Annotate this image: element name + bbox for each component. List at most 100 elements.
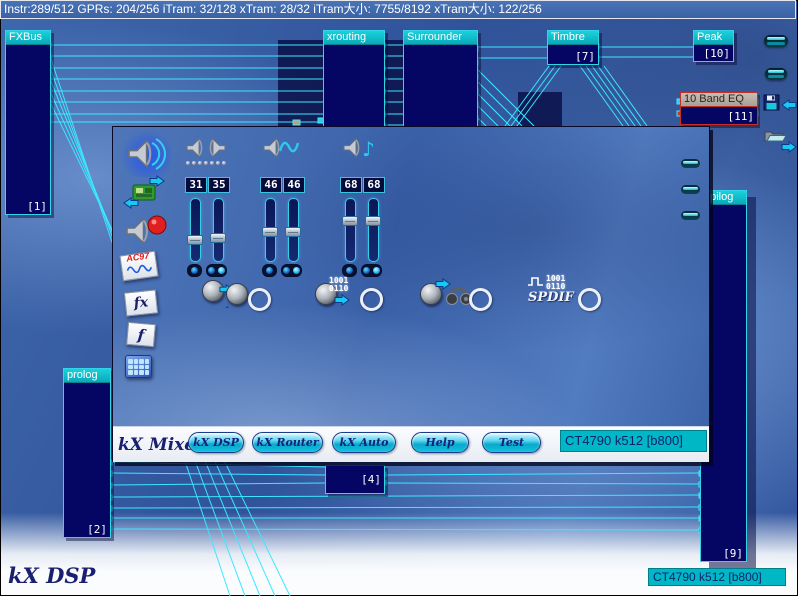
kx-dsp-button[interactable]: kX DSP [188,432,244,453]
speaker-note-icon: ♪ [340,135,386,161]
patch-wire [111,482,327,486]
ac97-mixer-icon[interactable]: AC97 [119,250,159,282]
node-prolog[interactable]: prolog [2] [63,368,111,538]
fx-settings-icon[interactable]: fx [123,289,159,317]
node-prolog-title[interactable]: prolog [64,369,110,383]
matrix-keypad-icon[interactable] [125,355,152,378]
patch-wire [597,65,642,127]
fader-handle[interactable] [187,235,203,245]
panel-handle[interactable] [764,35,788,47]
fx-label: fx [133,294,149,312]
node-timbre-id: [7] [575,50,595,63]
patch-wire [504,65,550,127]
node-surrounder-title[interactable]: Surrounder [404,31,477,45]
node-peak[interactable]: Peak [10] [693,30,734,62]
node-10-band-eq-id: [11] [727,110,755,123]
fader-handle[interactable] [342,216,358,226]
speaker-wave-icon [260,135,306,161]
node-prolog-id: [2] [87,523,107,536]
patch-wire [111,472,327,476]
fader-handle[interactable] [365,216,381,226]
patch-wire [591,65,636,127]
link-toggle[interactable] [206,264,227,277]
patch-wire [477,117,487,127]
node-xrouting[interactable]: xrouting [323,30,385,128]
dsp-resource-status-bar: Instr:289/512 GPRs: 204/256 iTram: 32/12… [0,0,796,19]
fader-value-left: 68 [340,177,362,193]
volume-fader[interactable] [187,198,203,262]
ac97-label: AC97 [125,250,150,264]
node-peak-title[interactable]: Peak [694,31,733,45]
volume-fader[interactable] [210,198,226,262]
spdif-label: SPDIF [528,290,574,305]
node-fxbus-id: [1] [27,200,47,213]
patch-wire [111,528,700,531]
test-button[interactable]: Test [482,432,541,453]
volume-fader[interactable] [342,198,358,262]
panel-handle[interactable] [765,68,787,80]
dsp-resource-stats: Instr:289/512 GPRs: 204/256 iTram: 32/12… [4,2,542,16]
digital-bits-label: 1001 0110 [329,276,349,293]
node-timbre-title[interactable]: Timbre [548,31,598,45]
mute-toggle[interactable] [262,264,277,277]
arrow-right-icon [334,294,350,306]
help-button[interactable]: Help [411,432,469,453]
open-folder-icon[interactable] [764,131,787,142]
fader-handle[interactable] [285,227,301,237]
link-toggle[interactable] [281,264,302,277]
f-settings-icon[interactable]: f [126,321,156,348]
panel-handle[interactable] [681,211,700,220]
patch-wire [579,65,624,127]
fader-handle[interactable] [210,233,226,243]
node-xrouting-title[interactable]: xrouting [324,31,384,45]
volume-fader[interactable] [285,198,301,262]
volume-fader[interactable] [262,198,278,262]
panel-handle[interactable] [681,185,700,194]
mute-toggle[interactable] [187,264,202,277]
patch-wire [585,65,630,127]
patch-wire [477,105,499,127]
node-10-band-eq-title[interactable]: 10 Band EQ [681,93,757,107]
fader-handle[interactable] [262,227,278,237]
analog-knob[interactable] [226,283,248,305]
record-monitor-icon[interactable] [121,211,169,256]
kx-auto-button[interactable]: kX Auto [332,432,396,453]
node-10-band-eq[interactable]: 10 Band EQ [11] [680,92,758,125]
volume-fader[interactable] [365,198,381,262]
kx-router-button[interactable]: kX Router [252,432,323,453]
patch-wire [477,93,511,127]
node-fxbus-title[interactable]: FXBus [6,31,50,45]
node-timbre[interactable]: Timbre [7] [547,30,599,65]
node-peak-id: [10] [703,47,731,60]
source-select-ring[interactable] [578,288,601,311]
source-select-ring[interactable] [469,288,492,311]
io-routing-icon[interactable] [123,175,171,216]
digital-bits-label: 1001 0110 [546,274,566,291]
card-status-box: CT4790 k512 [b800] [560,430,707,452]
node-4-id: [4] [361,473,381,486]
kx-dsp-desktop: Instr:289/512 GPRs: 204/256 iTram: 32/12… [0,0,798,596]
master-volume-icon[interactable] [119,131,171,177]
kx-mixer-window: AC97 fx f 31 35 46 46 ♪ 68 68 1001 0110 … [112,126,710,462]
patch-wire [385,482,700,485]
fader-value-right: 35 [208,177,230,193]
mixer-bottom-bar: kX Mixer kX DSP kX Router kX Auto Help T… [113,426,709,462]
source-select-ring[interactable] [360,288,383,311]
floppy-save-icon[interactable] [763,94,780,111]
fader-value-left: 46 [260,177,282,193]
fader-value-right: 46 [283,177,305,193]
card-status-box: CT4790 k512 [b800] [648,568,786,586]
node-4[interactable]: [4] [325,465,385,494]
node-surrounder[interactable]: Surrounder [403,30,478,128]
source-select-ring[interactable] [248,288,271,311]
save-preset-control[interactable] [763,94,797,121]
kx-dsp-logo: kX DSP [8,563,96,588]
node-fxbus[interactable]: FXBus [1] [5,30,51,215]
link-toggle[interactable] [361,264,382,277]
patch-wire [111,461,327,468]
patch-wire [603,65,648,127]
speakers-pair-icon [185,135,231,161]
connector-pin[interactable] [292,119,301,126]
panel-handle[interactable] [681,159,700,168]
load-preset-control[interactable] [764,129,798,160]
